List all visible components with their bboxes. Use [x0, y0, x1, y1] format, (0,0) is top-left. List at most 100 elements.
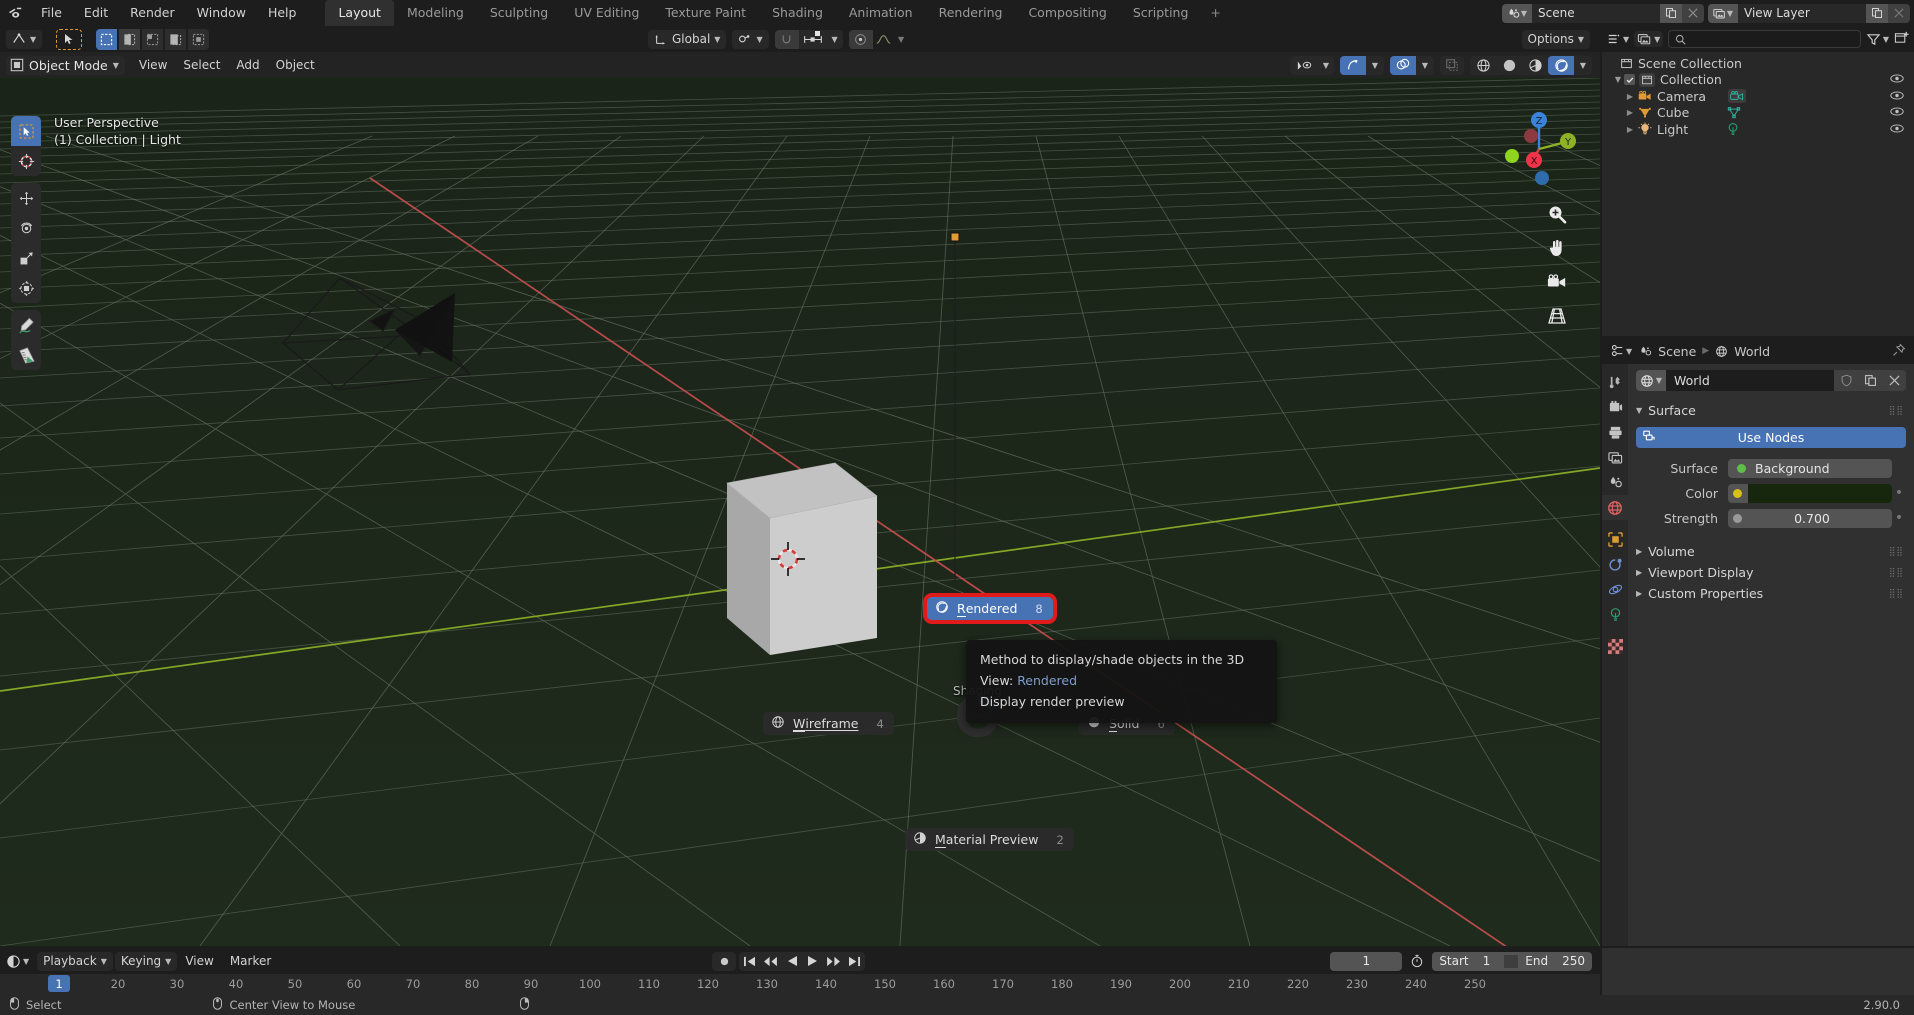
- end-frame-value[interactable]: 250: [1555, 954, 1592, 968]
- workspace-tab-uv-editing[interactable]: UV Editing: [561, 0, 652, 26]
- viewport-menu-object[interactable]: Object: [268, 56, 323, 75]
- visibility-selectability-icon[interactable]: [1290, 56, 1318, 75]
- jump-to-next-keyframe-button[interactable]: [823, 952, 844, 971]
- expand-triangle[interactable]: ▶: [1624, 125, 1636, 134]
- jump-to-prev-keyframe-button[interactable]: [760, 952, 781, 971]
- panel-header-volume[interactable]: ▶ Volume ⣿⣿: [1636, 541, 1906, 562]
- proportional-editing-icon[interactable]: [799, 30, 827, 49]
- workspace-tab-animation[interactable]: Animation: [836, 0, 926, 26]
- properties-tab-tool[interactable]: [1602, 370, 1628, 395]
- properties-tab-physics[interactable]: [1602, 577, 1628, 602]
- workspace-tab-compositing[interactable]: Compositing: [1015, 0, 1119, 26]
- outliner-row-scene-collection[interactable]: Scene Collection: [1602, 55, 1914, 72]
- tool-transform[interactable]: [11, 273, 41, 303]
- workspace-tab-texture-paint[interactable]: Texture Paint: [652, 0, 759, 26]
- surface-shader-selector[interactable]: Background: [1728, 459, 1892, 478]
- unlink-world-button[interactable]: [1882, 370, 1906, 391]
- outliner-row-light[interactable]: ▶ Light: [1602, 121, 1914, 138]
- select-difference-icon[interactable]: [165, 29, 186, 50]
- strength-slider[interactable]: 0.700: [1728, 509, 1892, 528]
- panel-drag-handle[interactable]: ⣿⣿: [1889, 547, 1904, 557]
- tool-measure[interactable]: [11, 340, 41, 370]
- show-overlays-icon[interactable]: [1390, 56, 1416, 75]
- tool-cursor[interactable]: [11, 146, 41, 176]
- outliner-search-input[interactable]: [1668, 30, 1861, 48]
- hide-in-viewport-icon[interactable]: [1890, 89, 1904, 104]
- tool-annotate[interactable]: [11, 310, 41, 340]
- shading-material-preview-icon[interactable]: [1522, 56, 1548, 75]
- world-datablock-icon[interactable]: ▼: [1636, 370, 1666, 391]
- properties-editor-type-selector[interactable]: ▼: [1610, 344, 1632, 358]
- show-gizmo-icon[interactable]: [1340, 56, 1366, 75]
- outliner-editor-type-selector[interactable]: ▼: [1607, 32, 1629, 46]
- new-world-button[interactable]: [1858, 370, 1882, 391]
- panel-header-viewport-display[interactable]: ▶ Viewport Display ⣿⣿: [1636, 562, 1906, 583]
- falloff-chevron-icon[interactable]: ▼: [895, 30, 908, 49]
- snap-options-chevron-icon[interactable]: ▼: [827, 30, 843, 49]
- light-data-icon[interactable]: [1726, 122, 1740, 136]
- delete-scene-button[interactable]: [1682, 4, 1704, 23]
- expand-triangle[interactable]: ▶: [1624, 92, 1636, 101]
- animate-color-icon[interactable]: •: [1892, 488, 1906, 498]
- timeline-menu-marker[interactable]: Marker: [222, 952, 279, 971]
- scene-name-field[interactable]: Scene: [1532, 4, 1660, 23]
- play-reverse-button[interactable]: [781, 952, 802, 971]
- outliner-row-collection[interactable]: ▼ Collection: [1602, 72, 1914, 89]
- panel-header-custom-properties[interactable]: ▶ Custom Properties ⣿⣿: [1636, 583, 1906, 604]
- auto-keying-toggle[interactable]: [712, 952, 736, 971]
- scene-selector[interactable]: ▼ Scene: [1502, 4, 1704, 23]
- frame-range-controls[interactable]: Start 1 End 250: [1432, 952, 1592, 971]
- tool-move[interactable]: [11, 183, 41, 213]
- transform-orientation-selector[interactable]: Global ▼: [648, 30, 726, 49]
- select-extend-icon[interactable]: [119, 29, 140, 50]
- mesh-data-icon[interactable]: [1727, 106, 1741, 119]
- view-layer-selector[interactable]: ▼ View Layer: [1708, 4, 1910, 23]
- world-name-field[interactable]: World: [1666, 370, 1834, 391]
- pin-id-icon[interactable]: [1892, 343, 1906, 360]
- workspace-tab-modeling[interactable]: Modeling: [394, 0, 477, 26]
- add-workspace-button[interactable]: +: [1201, 0, 1229, 26]
- tool-tweak-select-box[interactable]: [11, 116, 41, 146]
- editor-type-selector[interactable]: ▼: [6, 30, 42, 49]
- zoom-icon[interactable]: [1546, 203, 1568, 225]
- outliner-filter-button[interactable]: ▼: [1866, 32, 1889, 47]
- jump-to-end-button[interactable]: [844, 952, 865, 971]
- select-intersect-icon[interactable]: [188, 29, 209, 50]
- expand-triangle[interactable]: ▼: [1612, 75, 1624, 84]
- panel-drag-handle[interactable]: ⣿⣿: [1889, 406, 1904, 416]
- scene-icon[interactable]: ▼: [1502, 4, 1532, 23]
- animate-strength-icon[interactable]: •: [1892, 513, 1906, 523]
- snap-toggle-icon[interactable]: [775, 30, 799, 49]
- viewport-menu-add[interactable]: Add: [228, 56, 267, 75]
- gizmo-chevron-icon[interactable]: ▼: [1366, 56, 1384, 75]
- current-frame-field[interactable]: 1: [1330, 952, 1402, 971]
- navigation-gizmo[interactable]: Z Y X: [1498, 108, 1580, 190]
- use-preview-range-icon[interactable]: [1407, 952, 1427, 971]
- menu-edit[interactable]: Edit: [73, 0, 119, 26]
- menu-help[interactable]: Help: [257, 0, 308, 26]
- outliner-row-camera[interactable]: ▶ Camera: [1602, 88, 1914, 105]
- timeline-ruler[interactable]: 10 20 30 40 50 60 70 80 90 100 110 120 1…: [0, 974, 1600, 996]
- timeline-menu-playback[interactable]: Playback▼: [37, 952, 113, 971]
- timeline-menu-view[interactable]: View: [177, 952, 221, 971]
- camera-data-icon[interactable]: [1728, 89, 1746, 103]
- workspace-tab-rendering[interactable]: Rendering: [926, 0, 1016, 26]
- properties-tab-scene[interactable]: [1602, 470, 1628, 495]
- toggle-xray-icon[interactable]: [1440, 56, 1464, 75]
- workspace-tab-shading[interactable]: Shading: [759, 0, 836, 26]
- expand-triangle[interactable]: ▶: [1624, 108, 1636, 117]
- properties-tab-output[interactable]: [1602, 420, 1628, 445]
- viewport-menu-view[interactable]: View: [131, 56, 175, 75]
- jump-to-start-button[interactable]: [739, 952, 760, 971]
- tool-scale[interactable]: [11, 243, 41, 273]
- use-nodes-button[interactable]: Use Nodes: [1636, 427, 1906, 448]
- viewport-menu-select[interactable]: Select: [175, 56, 228, 75]
- new-scene-button[interactable]: [1660, 4, 1682, 23]
- properties-tab-object[interactable]: [1602, 527, 1628, 552]
- properties-tab-render[interactable]: [1602, 395, 1628, 420]
- menu-render[interactable]: Render: [119, 0, 186, 26]
- properties-tab-object-data[interactable]: [1602, 602, 1628, 627]
- play-button[interactable]: [802, 952, 823, 971]
- visibility-chevron-icon[interactable]: ▼: [1318, 56, 1334, 75]
- color-value-swatch[interactable]: [1748, 484, 1892, 503]
